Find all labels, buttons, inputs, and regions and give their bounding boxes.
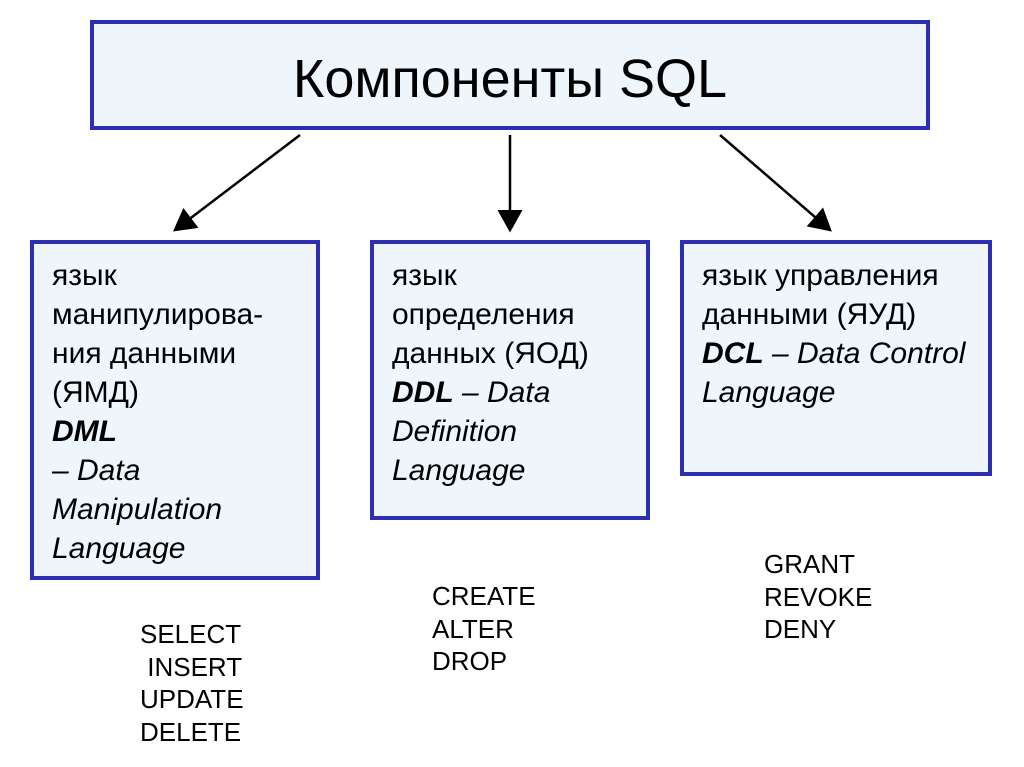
- dcl-abbr: DCL: [702, 337, 764, 370]
- ddl-box: язык определения данных (ЯОД) DDL – Data…: [370, 240, 650, 520]
- title-text: Компоненты SQL: [293, 49, 727, 109]
- dml-expansion: – Data Manipulation Language: [52, 454, 222, 565]
- dcl-line1: язык управления: [702, 259, 939, 292]
- dcl-line2: данными (ЯУД): [702, 298, 916, 331]
- ddl-commands: CREATE ALTER DROP: [432, 580, 536, 678]
- dml-line3: ния данными: [52, 337, 236, 370]
- dml-abbr: DML: [52, 415, 117, 448]
- ddl-line3: данных (ЯОД): [392, 337, 589, 370]
- ddl-line2: определения: [392, 298, 575, 331]
- dcl-box: язык управления данными (ЯУД) DCL – Data…: [680, 240, 992, 476]
- dml-box: язык манипулирова- ния данными (ЯМД) DML…: [30, 240, 320, 580]
- dml-line1: язык: [52, 259, 117, 292]
- dcl-commands: GRANT REVOKE DENY: [764, 548, 872, 646]
- dml-line2: манипулирова-: [52, 298, 263, 331]
- diagram-canvas: Компоненты SQL язык манипулирова- ния да…: [0, 0, 1024, 767]
- title-box: Компоненты SQL: [90, 20, 930, 130]
- dml-line4: (ЯМД): [52, 376, 139, 409]
- ddl-abbr: DDL: [392, 376, 454, 409]
- ddl-line1: язык: [392, 259, 457, 292]
- dml-commands: SELECT INSERT UPDATE DELETE: [140, 618, 244, 748]
